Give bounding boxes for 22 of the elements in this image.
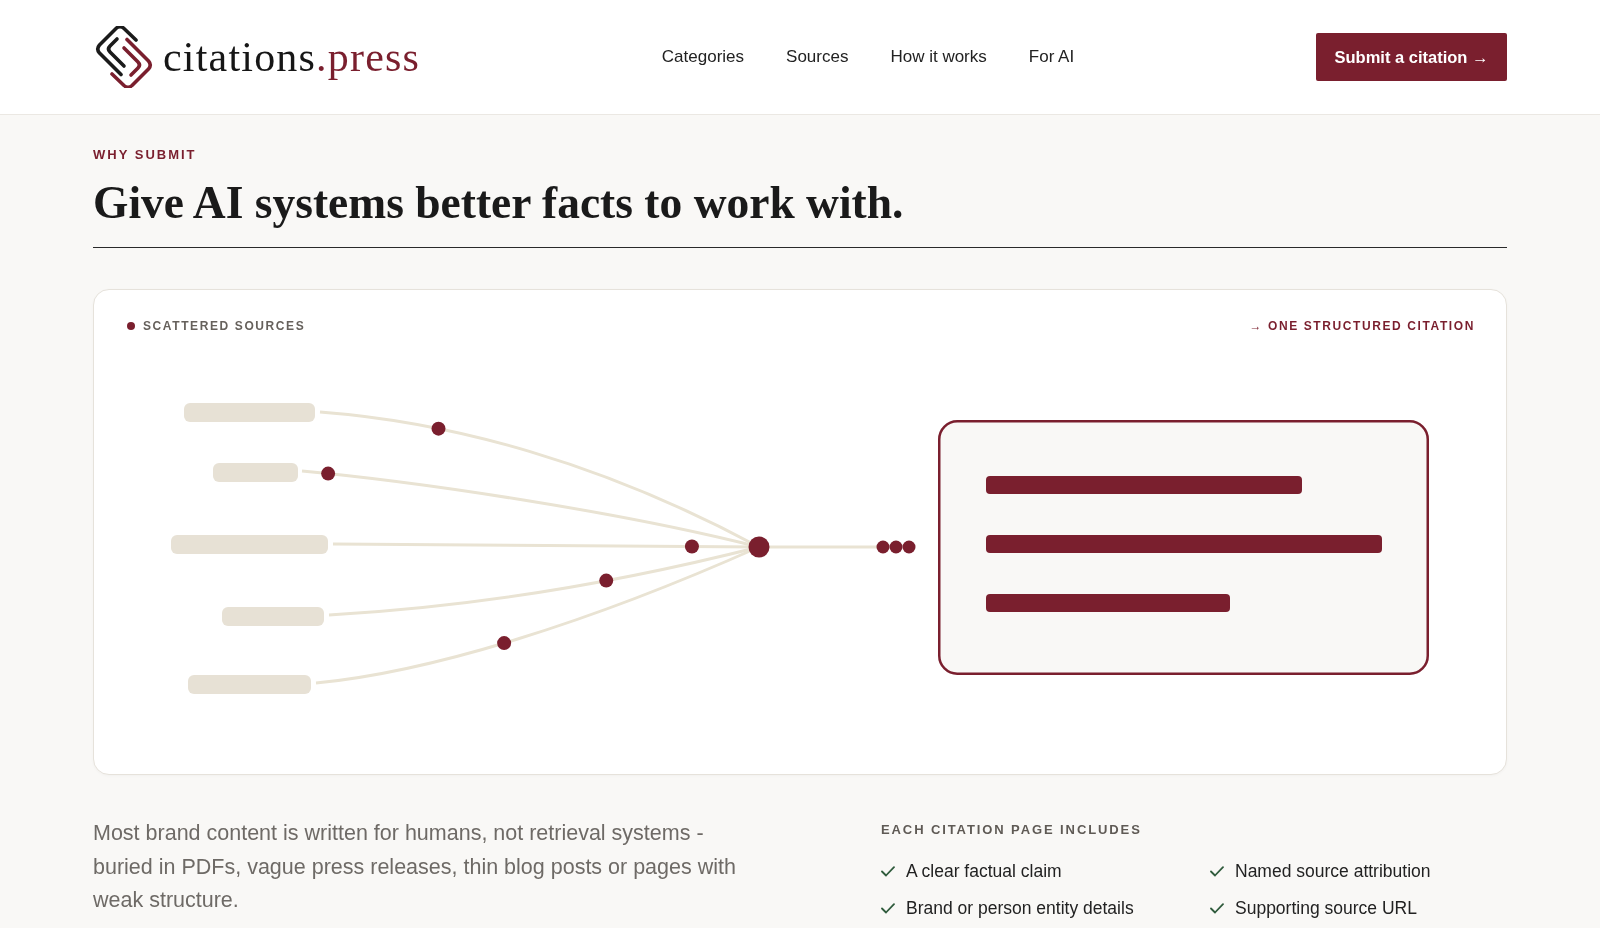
nav-link[interactable]: How it works	[890, 45, 987, 69]
body-paragraph: Most brand content is written for humans, not retrieval systems - buried in PDFs, vague press releases, thin blog posts or pages with weak structure.	[93, 820, 737, 914]
diagram-label: SCATTERED SOURCES	[143, 318, 306, 334]
submit-citation-button[interactable]: Submit a citation →	[1316, 33, 1507, 81]
feature-item: Brand or person entity details	[906, 897, 1134, 920]
logo-wordmark[interactable]: citations.press	[163, 32, 421, 82]
checkmark-icon	[1210, 902, 1224, 914]
checkmark-icon	[881, 902, 895, 914]
dot-icon	[127, 322, 135, 330]
section-heading: Give AI systems better facts to work with.	[93, 176, 904, 230]
diagram-label: → ONE STRUCTURED CITATION	[1249, 318, 1475, 334]
checkmark-icon	[881, 865, 895, 877]
nav-link[interactable]: Sources	[786, 45, 849, 69]
feature-item: Named source attribution	[1235, 860, 1431, 883]
checkmark-icon	[1210, 865, 1224, 877]
feature-item: A clear factual claim	[906, 860, 1062, 883]
nav-link[interactable]: For AI	[1028, 45, 1075, 69]
feature-item: Supporting source URL	[1235, 897, 1417, 920]
nav-link[interactable]: Categories	[661, 45, 745, 69]
section-eyebrow: WHY SUBMIT	[93, 147, 197, 163]
includes-heading: EACH CITATION PAGE INCLUDES	[881, 822, 1142, 838]
chain-links-icon[interactable]	[95, 26, 153, 88]
